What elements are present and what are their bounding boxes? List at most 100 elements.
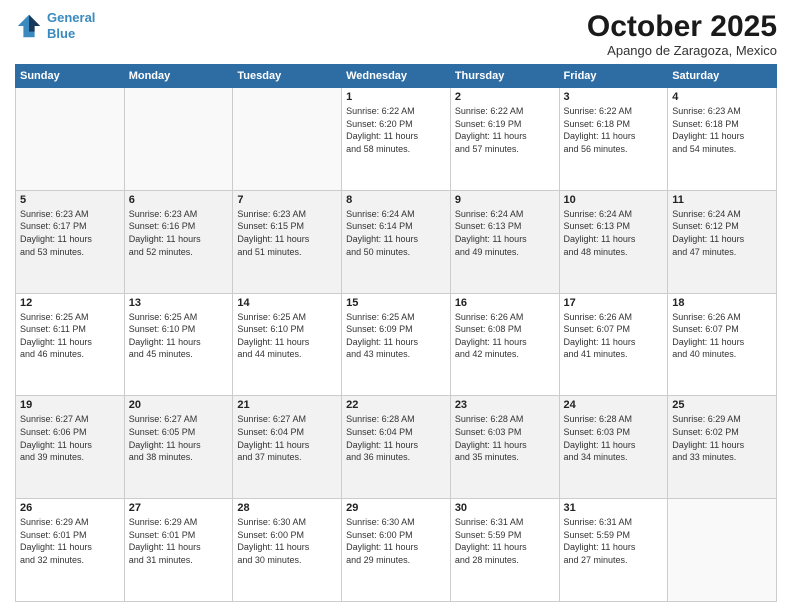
calendar-cell (16, 88, 125, 191)
day-number: 21 (237, 399, 337, 411)
calendar-cell: 24Sunrise: 6:28 AM Sunset: 6:03 PM Dayli… (559, 396, 668, 499)
day-info: Sunrise: 6:22 AM Sunset: 6:18 PM Dayligh… (564, 105, 664, 155)
calendar-cell: 29 Sunrise: 6:30 AM Sunset: 6:00 PM Dayli… (342, 499, 451, 602)
calendar-cell: 3 Sunrise: 6:22 AM Sunset: 6:18 PM Daylig… (559, 88, 668, 191)
day-number: 11 (672, 194, 772, 206)
calendar-cell: 16 Sunrise: 6:26 AM Sunset: 6:08 PM Dayli… (450, 293, 559, 396)
calendar-cell: 9 Sunrise: 6:24 AM Sunset: 6:13 PM Daylig… (450, 190, 559, 293)
logo-general: General (47, 10, 95, 25)
day-info: Sunrise: 6:25 AM Sunset: 6:10 PM Dayligh… (237, 311, 337, 361)
day-info: Sunrise: 6:25 AM Sunset: 6:09 PM Dayligh… (346, 311, 446, 361)
day-number: 9 (455, 194, 555, 206)
calendar-week-row-4: 26 Sunrise: 6:29 AM Sunset: 6:01 PM Dayli… (16, 499, 777, 602)
day-info: Sunrise: 6:30 AM Sunset: 6:00 PM Dayligh… (346, 516, 446, 566)
day-number: 5 (20, 194, 120, 206)
calendar-cell: 30Sunrise: 6:31 AM Sunset: 5:59 PM Dayli… (450, 499, 559, 602)
day-number: 17 (564, 297, 664, 309)
location: Apango de Zaragoza, Mexico (587, 43, 777, 58)
calendar-cell: 26 Sunrise: 6:29 AM Sunset: 6:01 PM Dayli… (16, 499, 125, 602)
day-info: Sunrise: 6:30 AM Sunset: 6:00 PM Dayligh… (237, 516, 337, 566)
calendar-cell (233, 88, 342, 191)
day-number: 23 (455, 399, 555, 411)
day-number: 16 (455, 297, 555, 309)
calendar-cell: 5 Sunrise: 6:23 AM Sunset: 6:17 PM Daylig… (16, 190, 125, 293)
day-number: 3 (564, 91, 664, 103)
title-block: October 2025 Apango de Zaragoza, Mexico (587, 10, 777, 58)
day-info: Sunrise: 6:24 AM Sunset: 6:13 PM Dayligh… (455, 208, 555, 258)
day-number: 19 (20, 399, 120, 411)
calendar-cell: 20Sunrise: 6:27 AM Sunset: 6:05 PM Dayli… (124, 396, 233, 499)
day-info: Sunrise: 6:28 AM Sunset: 6:04 PM Dayligh… (346, 413, 446, 463)
calendar-cell: 2 Sunrise: 6:22 AM Sunset: 6:19 PM Daylig… (450, 88, 559, 191)
calendar-week-row-2: 12Sunrise: 6:25 AM Sunset: 6:11 PM Dayli… (16, 293, 777, 396)
day-number: 29 (346, 502, 446, 514)
calendar-cell: 25 Sunrise: 6:29 AM Sunset: 6:02 PM Dayli… (668, 396, 777, 499)
day-info: Sunrise: 6:23 AM Sunset: 6:18 PM Dayligh… (672, 105, 772, 155)
day-info: Sunrise: 6:29 AM Sunset: 6:01 PM Dayligh… (129, 516, 229, 566)
calendar-cell: 10 Sunrise: 6:24 AM Sunset: 6:13 PM Dayli… (559, 190, 668, 293)
logo-icon (15, 12, 43, 40)
day-info: Sunrise: 6:29 AM Sunset: 6:02 PM Dayligh… (672, 413, 772, 463)
day-number: 26 (20, 502, 120, 514)
calendar-cell: 19 Sunrise: 6:27 AM Sunset: 6:06 PM Dayli… (16, 396, 125, 499)
day-number: 2 (455, 91, 555, 103)
day-info: Sunrise: 6:24 AM Sunset: 6:13 PM Dayligh… (564, 208, 664, 258)
day-number: 13 (129, 297, 229, 309)
month-title: October 2025 (587, 10, 777, 43)
day-info: Sunrise: 6:24 AM Sunset: 6:12 PM Dayligh… (672, 208, 772, 258)
day-info: Sunrise: 6:26 AM Sunset: 6:07 PM Dayligh… (672, 311, 772, 361)
calendar-cell: 21 Sunrise: 6:27 AM Sunset: 6:04 PM Dayli… (233, 396, 342, 499)
day-number: 20 (129, 399, 229, 411)
calendar-header-row: Sunday Monday Tuesday Wednesday Thursday… (16, 65, 777, 88)
calendar-cell: 6Sunrise: 6:23 AM Sunset: 6:16 PM Daylig… (124, 190, 233, 293)
calendar-cell: 7 Sunrise: 6:23 AM Sunset: 6:15 PM Daylig… (233, 190, 342, 293)
day-number: 6 (129, 194, 229, 206)
logo: General Blue (15, 10, 95, 41)
day-info: Sunrise: 6:27 AM Sunset: 6:06 PM Dayligh… (20, 413, 120, 463)
calendar-week-row-0: 1Sunrise: 6:22 AM Sunset: 6:20 PM Daylig… (16, 88, 777, 191)
day-number: 31 (564, 502, 664, 514)
calendar-table: Sunday Monday Tuesday Wednesday Thursday… (15, 64, 777, 602)
day-number: 10 (564, 194, 664, 206)
header-saturday: Saturday (668, 65, 777, 88)
day-number: 8 (346, 194, 446, 206)
day-number: 4 (672, 91, 772, 103)
calendar-cell: 23 Sunrise: 6:28 AM Sunset: 6:03 PM Dayli… (450, 396, 559, 499)
calendar-cell: 12Sunrise: 6:25 AM Sunset: 6:11 PM Dayli… (16, 293, 125, 396)
day-number: 18 (672, 297, 772, 309)
logo-blue: Blue (47, 26, 75, 41)
calendar-cell: 15 Sunrise: 6:25 AM Sunset: 6:09 PM Dayli… (342, 293, 451, 396)
calendar-cell (124, 88, 233, 191)
header-wednesday: Wednesday (342, 65, 451, 88)
day-info: Sunrise: 6:28 AM Sunset: 6:03 PM Dayligh… (455, 413, 555, 463)
calendar-cell: 11 Sunrise: 6:24 AM Sunset: 6:12 PM Dayli… (668, 190, 777, 293)
day-info: Sunrise: 6:26 AM Sunset: 6:08 PM Dayligh… (455, 311, 555, 361)
day-info: Sunrise: 6:25 AM Sunset: 6:11 PM Dayligh… (20, 311, 120, 361)
day-info: Sunrise: 6:25 AM Sunset: 6:10 PM Dayligh… (129, 311, 229, 361)
day-number: 28 (237, 502, 337, 514)
day-info: Sunrise: 6:22 AM Sunset: 6:19 PM Dayligh… (455, 105, 555, 155)
day-number: 14 (237, 297, 337, 309)
calendar-week-row-3: 19 Sunrise: 6:27 AM Sunset: 6:06 PM Dayli… (16, 396, 777, 499)
day-number: 7 (237, 194, 337, 206)
day-number: 15 (346, 297, 446, 309)
calendar-cell: 13 Sunrise: 6:25 AM Sunset: 6:10 PM Dayli… (124, 293, 233, 396)
calendar-cell: 27 Sunrise: 6:29 AM Sunset: 6:01 PM Dayli… (124, 499, 233, 602)
day-info: Sunrise: 6:23 AM Sunset: 6:17 PM Dayligh… (20, 208, 120, 258)
day-info: Sunrise: 6:27 AM Sunset: 6:04 PM Dayligh… (237, 413, 337, 463)
day-number: 22 (346, 399, 446, 411)
day-number: 25 (672, 399, 772, 411)
header-thursday: Thursday (450, 65, 559, 88)
calendar-cell: 28 Sunrise: 6:30 AM Sunset: 6:00 PM Dayli… (233, 499, 342, 602)
day-number: 27 (129, 502, 229, 514)
page: General Blue October 2025 Apango de Zara… (0, 0, 792, 612)
day-info: Sunrise: 6:23 AM Sunset: 6:15 PM Dayligh… (237, 208, 337, 258)
header-friday: Friday (559, 65, 668, 88)
header: General Blue October 2025 Apango de Zara… (15, 10, 777, 58)
calendar-cell (668, 499, 777, 602)
calendar-cell: 17Sunrise: 6:26 AM Sunset: 6:07 PM Dayli… (559, 293, 668, 396)
day-info: Sunrise: 6:29 AM Sunset: 6:01 PM Dayligh… (20, 516, 120, 566)
header-monday: Monday (124, 65, 233, 88)
calendar-cell: 14 Sunrise: 6:25 AM Sunset: 6:10 PM Dayli… (233, 293, 342, 396)
day-info: Sunrise: 6:31 AM Sunset: 5:59 PM Dayligh… (564, 516, 664, 566)
